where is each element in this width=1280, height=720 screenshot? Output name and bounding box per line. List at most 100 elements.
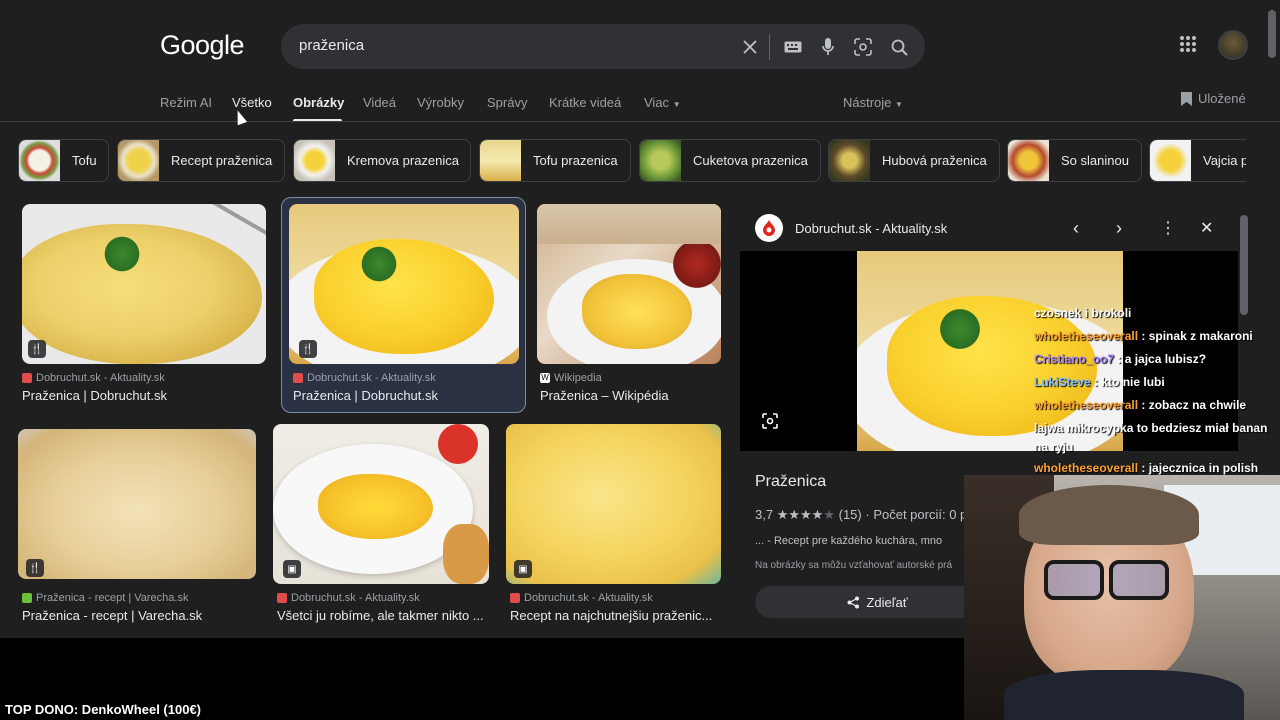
tab-short-videos[interactable]: Krátke videá [549, 95, 621, 110]
tab-videos[interactable]: Videá [363, 95, 396, 110]
recipe-icon: 🍴 [299, 340, 317, 358]
chat-text: : kto nie lubi [1094, 375, 1165, 389]
chip-thumbnail [1150, 140, 1191, 181]
result-source[interactable]: Dobruchut.sk - Aktuality.sk [277, 592, 420, 604]
chip-recept-prazenica[interactable]: Recept praženica [117, 139, 285, 182]
chip-label: Vajcia p [1203, 153, 1246, 168]
tools-label: Nástroje [843, 95, 892, 110]
page-scrollbar[interactable] [1268, 10, 1276, 58]
rating-value: 3,7 [755, 507, 774, 522]
bookmark-icon [1181, 91, 1192, 106]
result-source[interactable]: Dobruchut.sk - Aktuality.sk [22, 372, 165, 384]
tab-ai-mode[interactable]: Režim AI [160, 95, 212, 110]
result-source[interactable]: Dobruchut.sk - Aktuality.sk [510, 592, 653, 604]
site-favicon-icon [293, 373, 303, 383]
chat-text: : a jajca lubisz? [1117, 352, 1207, 366]
chevron-down-icon: ▼ [895, 100, 903, 109]
chat-message: LukiSteve : kto nie lubi [1034, 371, 1280, 394]
chevron-down-icon: ▼ [672, 100, 681, 109]
result-title[interactable]: Recept na najchutnejšiu praženic... [510, 608, 712, 623]
rating-stars-icon: ★★★★ [776, 507, 824, 522]
chip-vajcia[interactable]: Vajcia p [1149, 139, 1246, 182]
portions-text: Počet porcií: 0 p [873, 507, 968, 522]
chat-text: lajwa mikrocypka to bedziesz miał banan … [1034, 421, 1268, 454]
clear-icon[interactable] [738, 35, 762, 59]
chat-username: LukiSteve [1034, 375, 1091, 389]
result-title[interactable]: Praženica - recept | Varecha.sk [22, 608, 202, 623]
saved-link[interactable]: Uložené [1181, 91, 1246, 106]
close-icon[interactable]: ✕ [1200, 218, 1213, 238]
chat-text: : spinak z makaroni [1141, 329, 1253, 343]
header-divider [0, 121, 1280, 122]
result-title[interactable]: Praženica – Wikipédia [540, 388, 669, 403]
chip-label: So slaninou [1061, 153, 1129, 168]
chip-kremova-prazenica[interactable]: Kremova prazenica [293, 139, 471, 182]
result-image[interactable]: ▣ [273, 424, 489, 584]
site-favicon-icon [22, 373, 32, 383]
image-icon: ▣ [283, 560, 301, 578]
chat-message: wholetheseoverall : zobacz na chwile [1034, 394, 1280, 417]
source-label: Wikipedia [554, 372, 602, 384]
chip-thumbnail [1008, 140, 1049, 181]
tab-all[interactable]: Všetko [232, 95, 272, 110]
account-avatar[interactable] [1218, 30, 1248, 60]
tab-news[interactable]: Správy [487, 95, 527, 110]
lens-search-icon[interactable] [762, 413, 778, 434]
chip-thumbnail [829, 140, 870, 181]
result-source[interactable]: W Wikipedia [540, 372, 602, 384]
chip-tofu-prazenica[interactable]: Tofu prazenica [479, 139, 631, 182]
panel-site-name[interactable]: Dobruchut.sk - Aktuality.sk [795, 221, 947, 236]
panel-scrollbar[interactable] [1240, 215, 1248, 315]
chip-label: Tofu prazenica [533, 153, 618, 168]
search-icon[interactable] [887, 35, 911, 59]
chat-text: czosnek i brokoli [1034, 306, 1132, 320]
search-input[interactable]: praženica [299, 37, 364, 54]
panel-description: ... - Recept pre každého kuchára, mno [755, 535, 943, 547]
source-label: Dobruchut.sk - Aktuality.sk [524, 592, 653, 604]
tab-more-label: Viac [644, 95, 670, 110]
tab-images[interactable]: Obrázky [293, 95, 344, 110]
result-image[interactable] [537, 204, 721, 364]
result-title[interactable]: Praženica | Dobruchut.sk [22, 388, 167, 403]
chat-text: : jajecznica in polish [1141, 461, 1259, 475]
next-icon[interactable]: › [1116, 218, 1122, 239]
lens-icon[interactable] [851, 35, 875, 59]
image-icon: ▣ [514, 560, 532, 578]
source-label: Dobruchut.sk - Aktuality.sk [36, 372, 165, 384]
tab-products[interactable]: Výrobky [417, 95, 464, 110]
source-label: Dobruchut.sk - Aktuality.sk [291, 592, 420, 604]
chip-label: Cuketova prazenica [693, 153, 808, 168]
chip-tofu[interactable]: Tofu [18, 139, 109, 182]
panel-title: Praženica [755, 473, 827, 490]
search-bar[interactable]: praženica [281, 24, 925, 69]
share-icon [847, 596, 860, 608]
google-logo[interactable]: Google [160, 30, 245, 61]
chat-message: wholetheseoverall : spinak z makaroni [1034, 325, 1280, 348]
keyboard-icon[interactable] [781, 35, 805, 59]
chip-thumbnail [294, 140, 335, 181]
site-favicon-icon [510, 593, 520, 603]
result-source[interactable]: Dobruchut.sk - Aktuality.sk [293, 372, 436, 384]
recipe-icon: 🍴 [28, 340, 46, 358]
chip-so-slaninou[interactable]: So slaninou [1007, 139, 1142, 182]
chip-cuketova-prazenica[interactable]: Cuketova prazenica [639, 139, 821, 182]
chip-hubova-prazenica[interactable]: Hubová praženica [828, 139, 1000, 182]
result-image[interactable]: 🍴 [18, 429, 256, 579]
previous-icon[interactable]: ‹ [1073, 218, 1079, 239]
microphone-icon[interactable] [816, 35, 840, 59]
tab-more[interactable]: Viac ▼ [644, 95, 681, 110]
stream-chat-overlay: czosnek i brokoli wholetheseoverall : sp… [1034, 302, 1280, 480]
saved-label: Uložené [1198, 91, 1246, 106]
result-title[interactable]: Všetci ju robíme, ale takmer nikto ... [277, 608, 484, 623]
result-source[interactable]: Praženica - recept | Varecha.sk [22, 592, 188, 604]
source-label: Praženica - recept | Varecha.sk [36, 592, 189, 604]
result-image[interactable]: 🍴 [289, 204, 519, 364]
more-options-icon[interactable]: ⋮ [1160, 218, 1176, 238]
tools-dropdown[interactable]: Nástroje ▼ [843, 95, 903, 110]
copyright-note: Na obrázky sa môžu vzťahovať autorské pr… [755, 560, 953, 571]
result-title[interactable]: Praženica | Dobruchut.sk [293, 388, 438, 403]
rating-star-empty-icon: ★ [823, 507, 835, 522]
apps-grid-icon[interactable] [1180, 36, 1200, 56]
result-image[interactable]: ▣ [506, 424, 721, 584]
result-image[interactable]: 🍴 [22, 204, 266, 364]
